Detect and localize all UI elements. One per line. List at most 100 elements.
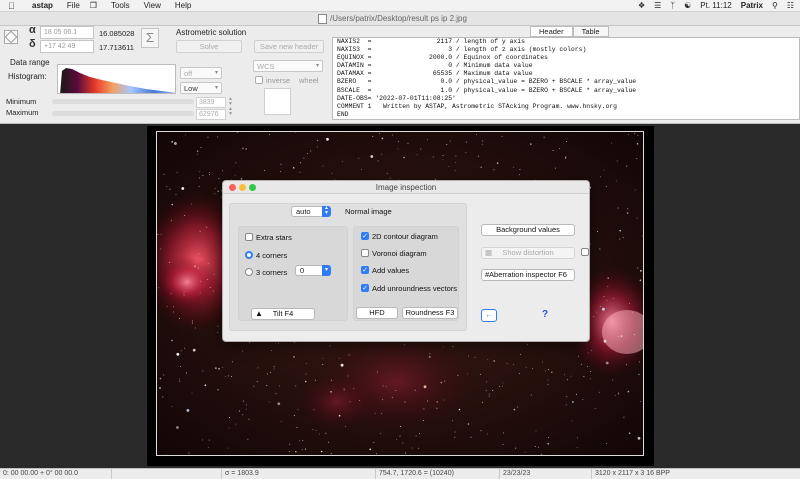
status-bar: 0: 00 00.00 + 0° 00 00.0 σ = 1803.9 754.… xyxy=(0,468,800,479)
stretch-select-value: off xyxy=(184,69,193,78)
sigma-button[interactable]: Σ xyxy=(141,28,159,48)
arrow-left-icon: ← xyxy=(485,310,493,319)
wcs-select[interactable]: WCS ▾ xyxy=(253,60,323,72)
dialog-titlebar[interactable]: Image inspection xyxy=(223,181,589,194)
astrometric-solution-label: Astrometric solution xyxy=(176,28,247,37)
data-range-label: Data range xyxy=(10,58,50,67)
menu-help[interactable]: Help xyxy=(175,1,191,10)
add-unroundness-label: Add unroundness vectors xyxy=(372,284,458,293)
user-name[interactable]: Patrix xyxy=(741,1,763,10)
low-select[interactable]: Low ▾ xyxy=(180,82,222,94)
window-titlebar: /Users/patrix/Desktop/result ps ip 2.jpg xyxy=(0,12,800,26)
header-line: DATE-OBS= '2022-07-01T11:08:25' xyxy=(337,94,456,102)
header-line: BSCALE = 1.0 / physical_value = BZERO + … xyxy=(337,86,637,94)
stretch-select[interactable]: off ▾ xyxy=(180,67,222,79)
aberration-inspector-label: Aberration inspector F6 xyxy=(489,270,567,279)
dialog-title: Image inspection xyxy=(375,183,437,192)
window-title: /Users/patrix/Desktop/result ps ip 2.jpg xyxy=(330,14,467,23)
maximum-input[interactable]: 62976 xyxy=(196,109,226,120)
header-line: DATAMAX = 65535 / Maximum data value xyxy=(337,70,533,78)
clock[interactable]: Pt. 11:12 xyxy=(700,1,731,10)
dropbox-icon[interactable]: ❖ xyxy=(638,1,645,10)
menu-view[interactable]: View xyxy=(144,1,161,10)
apple-icon[interactable]:  xyxy=(8,1,20,11)
back-arrow-button[interactable]: ← xyxy=(481,309,497,322)
preview-box xyxy=(264,88,291,115)
inverse-label: inverse xyxy=(266,76,291,85)
delta-symbol: δ xyxy=(29,38,36,50)
minimum-slider[interactable] xyxy=(52,99,194,104)
three-corners-select[interactable]: 0 ▾ xyxy=(295,265,331,276)
header-line: BZERO = 0.0 / physical_value = BZERO + B… xyxy=(337,78,637,86)
solve-button[interactable]: Solve xyxy=(176,40,242,53)
mode-select-value: auto xyxy=(296,207,311,216)
help-button[interactable]: ? xyxy=(542,309,548,320)
header-line: END xyxy=(337,110,349,118)
minimum-label: Minimum xyxy=(6,97,37,106)
four-corners-radio[interactable] xyxy=(245,251,253,259)
wifi-icon[interactable]: ☯ xyxy=(684,1,691,10)
roundness-button[interactable]: Roundness F3 xyxy=(402,307,458,319)
voronoi-label: Voronoi diagram xyxy=(372,249,427,258)
menu-bar:  astap File ❐ Tools View Help ❖ ☰ ᛉ ☯ P… xyxy=(0,0,800,12)
header-line: EQUINOX = 2000.0 / Equinox of coordinate… xyxy=(337,54,548,62)
minimum-input[interactable]: 3839 xyxy=(196,97,226,108)
contour-2d-label: 2D contour diagram xyxy=(372,232,438,241)
ra-decimal-value: 16.085028 xyxy=(99,29,135,38)
ra-input[interactable]: 18 05 06.1 xyxy=(40,26,94,39)
distortion-icon: ▦ xyxy=(485,248,493,257)
show-distortion-checkbox[interactable] xyxy=(581,248,589,256)
range-stepper[interactable]: ▲ ▼ ▲ ▼ xyxy=(228,97,234,119)
save-new-header-button[interactable]: Save new header xyxy=(254,40,324,53)
tab-header[interactable]: Header xyxy=(530,26,573,37)
add-values-label: Add values xyxy=(372,266,410,275)
status-sigma: σ = 1803.9 xyxy=(222,469,376,479)
chevron-down-icon: ▾ xyxy=(214,85,218,91)
three-corners-label: 3 corners xyxy=(256,268,288,277)
chevron-down-icon: ▾ xyxy=(315,63,319,69)
header-line: NAXIS2 = 2117 / length of y axis xyxy=(337,38,525,45)
wcs-select-value: WCS xyxy=(257,62,275,71)
menu-tools[interactable]: Tools xyxy=(111,1,130,10)
bluetooth-icon[interactable]: ᛉ xyxy=(670,1,675,10)
image-inspection-dialog[interactable]: Image inspection auto ▲ ▼ Normal image Ex… xyxy=(222,180,590,342)
tilt-button[interactable]: ▲ Tilt F4 xyxy=(251,308,315,320)
search-icon[interactable]: ⚲ xyxy=(772,1,778,10)
corners-group xyxy=(238,226,348,321)
hfd-button[interactable]: HFD xyxy=(356,307,398,319)
three-corners-radio[interactable] xyxy=(245,268,253,276)
show-distortion-button[interactable]: ▦ Show distortion xyxy=(481,247,575,259)
menu-file[interactable]: File xyxy=(67,1,80,10)
inverse-checkbox[interactable] xyxy=(255,76,263,84)
window-switch-icon[interactable]: ❐ xyxy=(90,1,97,10)
tab-table[interactable]: Table xyxy=(572,26,609,37)
dec-input[interactable]: +17 42 49 xyxy=(40,40,94,53)
voronoi-checkbox[interactable] xyxy=(361,249,369,257)
menu-app-name[interactable]: astap xyxy=(32,1,53,10)
extra-stars-checkbox[interactable] xyxy=(245,233,253,241)
control-center-icon[interactable]: ☷ xyxy=(787,1,794,10)
target-icon[interactable] xyxy=(4,30,18,44)
status-stack: 23/23/23 xyxy=(500,469,592,479)
wheel-label: wheel xyxy=(299,76,319,85)
low-select-value: Low xyxy=(184,84,198,93)
histogram[interactable] xyxy=(57,64,176,94)
extra-stars-label: Extra stars xyxy=(256,233,292,242)
four-corners-label: 4 corners xyxy=(256,251,288,260)
aberration-inspector-button[interactable]: # Aberration inspector F6 xyxy=(481,269,575,281)
tilt-icon: ▲ xyxy=(255,309,263,318)
add-values-checkbox[interactable]: ✓ xyxy=(361,266,369,274)
wifi-bars-icon[interactable]: ☰ xyxy=(654,1,661,10)
add-unroundness-checkbox[interactable]: ✓ xyxy=(361,284,369,292)
grid-icon: # xyxy=(485,270,490,279)
contour-2d-checkbox[interactable]: ✓ xyxy=(361,232,369,240)
status-dimensions: 3120 x 2117 x 3 16 BPP xyxy=(595,470,670,477)
status-empty xyxy=(112,469,222,479)
status-coordinates: 0: 00 00.00 + 0° 00 00.0 xyxy=(0,469,112,479)
normal-image-label: Normal image xyxy=(345,207,392,216)
maximum-slider[interactable] xyxy=(52,111,194,116)
mode-select[interactable]: auto ▲ ▼ xyxy=(291,206,331,217)
fits-header-text[interactable]: NAXIS2 = 2117 / length of y axis NAXIS3 =… xyxy=(332,37,800,120)
background-values-button[interactable]: Background values xyxy=(481,224,575,236)
histogram-label: Histogram: xyxy=(8,72,47,81)
